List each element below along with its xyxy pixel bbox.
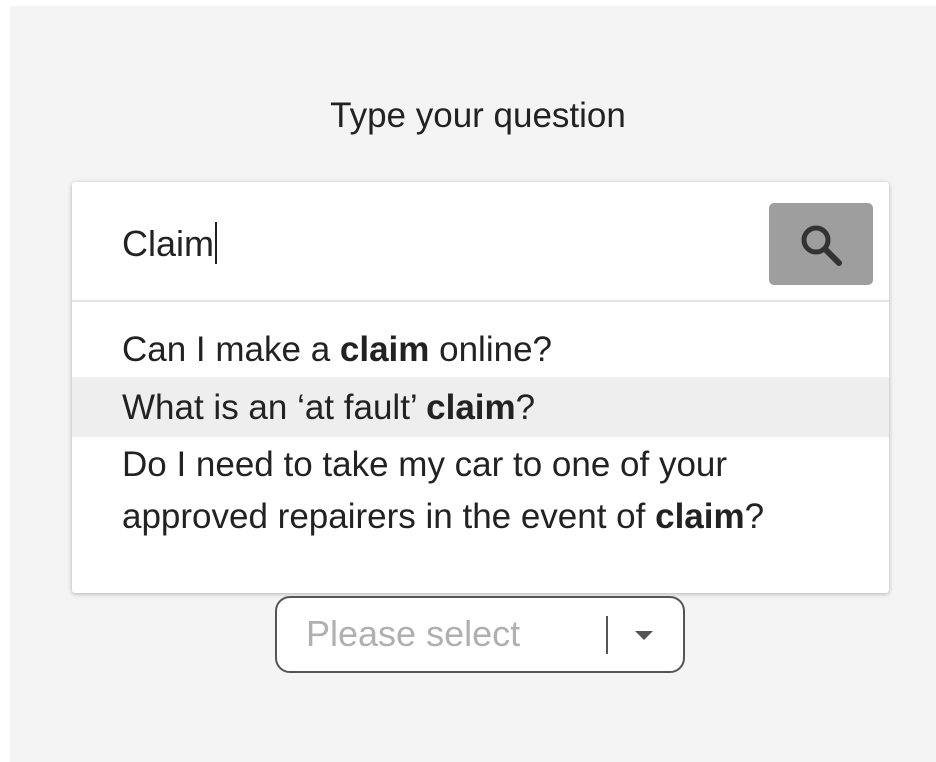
select-divider (606, 616, 608, 654)
category-select[interactable]: Please select (275, 596, 685, 673)
suggestion-item-highlighted[interactable]: What is an ‘at fault’ claim? (72, 377, 889, 437)
suggestion-match: claim (426, 388, 516, 427)
suggestion-match: claim (655, 497, 745, 536)
search-bar: Claim (72, 182, 889, 302)
page-title: Type your question (330, 96, 626, 135)
search-input-value: Claim (122, 223, 215, 264)
text-caret (215, 222, 218, 264)
suggestion-match: claim (339, 330, 430, 369)
suggestion-list: Can I make a claim online? What is an ‘a… (72, 322, 889, 543)
search-input[interactable]: Claim (122, 222, 218, 265)
suggestion-item[interactable]: Can I make a claim online? (72, 322, 889, 377)
search-autocomplete: Claim Can I make a claim online? What is… (72, 182, 889, 593)
select-placeholder: Please select (306, 613, 521, 654)
search-icon (801, 225, 842, 266)
caret-down-icon (635, 631, 653, 640)
search-button[interactable] (769, 203, 873, 285)
suggestion-item[interactable]: Do I need to take my car to one of your … (72, 437, 889, 543)
